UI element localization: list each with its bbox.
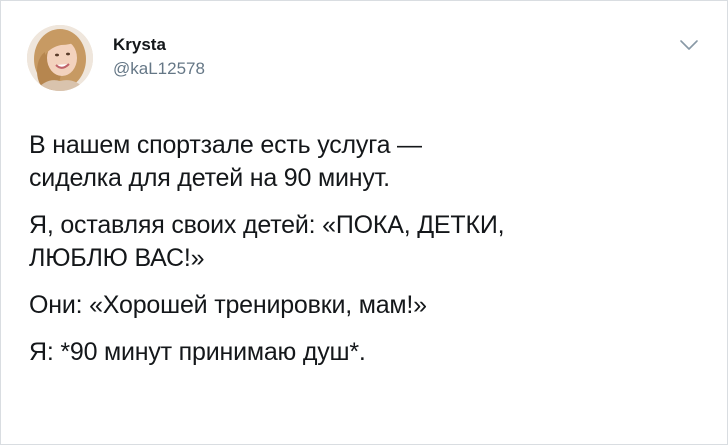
tweet-line: Я, оставляя своих детей: «ПОКА, ДЕТКИ, [29, 211, 505, 239]
chevron-down-icon-glyph [680, 40, 698, 50]
tweet-paragraph: В нашем спортзале есть услуга — сиделка … [29, 129, 707, 195]
user-avatar-icon [27, 25, 93, 91]
tweet-paragraph: Я: *90 минут принимаю душ*. [29, 336, 707, 369]
tweet-header: Krysta @kaL12578 [27, 25, 205, 91]
tweet-card: Krysta @kaL12578 В нашем спортзале есть … [0, 0, 728, 445]
author-names: Krysta @kaL12578 [113, 35, 205, 79]
chevron-down-icon[interactable] [677, 35, 701, 55]
tweet-line: Они: «Хорошей тренировки, мам!» [29, 291, 427, 319]
tweet-paragraph: Я, оставляя своих детей: «ПОКА, ДЕТКИ, Л… [29, 209, 707, 275]
author-handle[interactable]: @kaL12578 [113, 59, 205, 79]
author-display-name[interactable]: Krysta [113, 35, 205, 55]
tweet-line: ЛЮБЛЮ ВАС!» [29, 244, 205, 272]
tweet-line: сиделка для детей на 90 минут. [29, 164, 390, 192]
tweet-line: В нашем спортзале есть услуга — [29, 131, 422, 159]
tweet-text: В нашем спортзале есть услуга — сиделка … [29, 129, 707, 383]
tweet-line: Я: *90 минут принимаю душ*. [29, 338, 366, 366]
tweet-paragraph: Они: «Хорошей тренировки, мам!» [29, 289, 707, 322]
avatar[interactable] [27, 25, 93, 91]
